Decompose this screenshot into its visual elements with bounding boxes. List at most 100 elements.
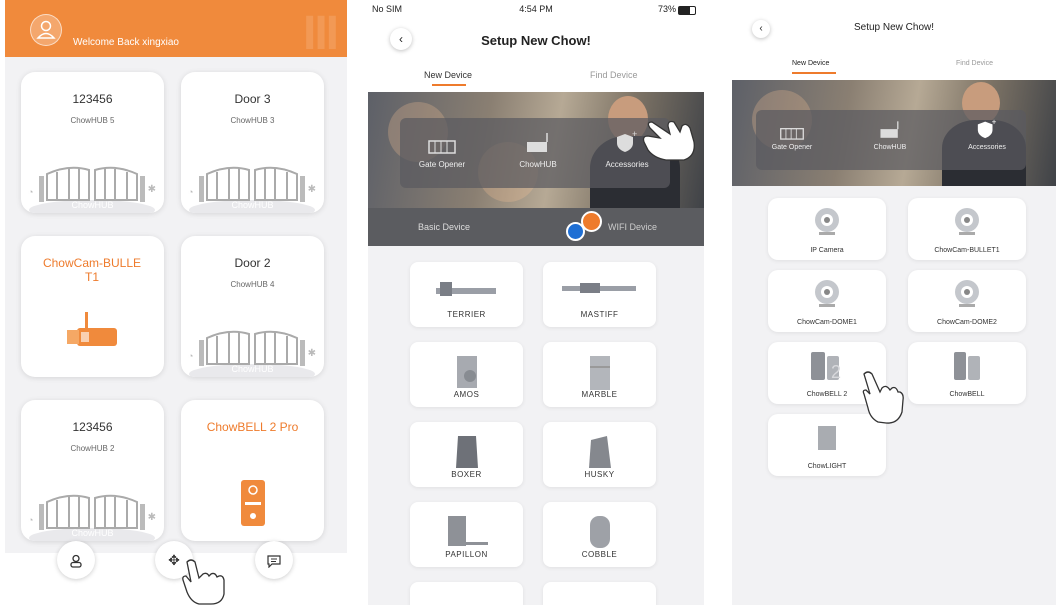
device-option[interactable]: [410, 582, 523, 605]
gate-opener-arm-icon: [435, 282, 496, 296]
user-icon: [36, 20, 56, 39]
accessory-label: ChowCam-DOME1: [797, 319, 857, 326]
welcome-text: Welcome Back xingxiao: [73, 37, 179, 48]
home-header: Welcome Back xingxiao III: [5, 0, 347, 60]
accessory-option[interactable]: ChowCam-BULLET1: [908, 198, 1026, 260]
device-name: Door 2: [234, 256, 271, 270]
device-card[interactable]: Door 3 ChowHUB 3 ◔ ✱ ChowHUB: [181, 72, 324, 213]
hub-label: ChowHUB: [71, 200, 114, 210]
hub-label: ChowHUB: [71, 528, 114, 538]
gate-opener-arm-icon: [561, 283, 636, 293]
page-title: Setup New Chow!: [481, 33, 591, 48]
device-card[interactable]: 123456 ChowHUB 5 ◔ ✱ ChowHUB: [21, 72, 164, 213]
category-chowhub[interactable]: ChowHUB: [860, 120, 920, 151]
device-option[interactable]: PAPILLON: [410, 502, 523, 567]
accessory-label: ChowCam-DOME2: [937, 319, 997, 326]
hub-icon: [527, 133, 548, 152]
battery-level: 73%: [657, 4, 676, 14]
accessory-label: ChowCam-BULLET1: [934, 247, 1000, 254]
tab-new-device[interactable]: New Device: [792, 60, 829, 67]
basic-device-tab[interactable]: Basic Device: [418, 222, 470, 232]
motor-box-icon: [456, 356, 477, 388]
tab-find-device[interactable]: Find Device: [590, 70, 638, 80]
light-icon: [818, 426, 836, 450]
category-gate-opener[interactable]: Gate Opener: [408, 138, 476, 169]
hub-label: ChowHUB: [231, 200, 274, 210]
svg-text:+: +: [992, 118, 997, 126]
device-card[interactable]: ChowBELL 2 Pro: [181, 400, 324, 541]
device-label: COBBLE: [581, 550, 618, 559]
device-label: TERRIER: [447, 310, 486, 319]
category-label: ChowHUB: [519, 160, 557, 169]
device-option[interactable]: COBBLE: [543, 502, 656, 567]
shield-plus-icon: +: [617, 130, 637, 152]
device-option[interactable]: HUSKY: [543, 422, 656, 487]
motor-box-icon: [589, 516, 610, 548]
hub-icon: [880, 121, 899, 138]
accessory-option[interactable]: IP Camera: [768, 198, 886, 260]
accessory-option[interactable]: ChowBELL: [908, 342, 1026, 404]
wifi-device-tab[interactable]: WIFI Device: [608, 222, 657, 232]
device-option[interactable]: BOXER: [410, 422, 523, 487]
device-option[interactable]: [543, 582, 656, 605]
active-tab-indicator: [792, 72, 836, 74]
bluetooth-icon: ✱: [147, 184, 156, 195]
pointer-hand-icon: [182, 559, 225, 605]
home-screen: Welcome Back xingxiao III 123456 ChowHUB…: [5, 0, 347, 605]
category-chowhub[interactable]: ChowHUB: [504, 132, 572, 169]
ip-camera-icon: [955, 208, 979, 235]
page-title: Setup New Chow!: [853, 22, 935, 33]
category-label: Gate Opener: [418, 160, 466, 169]
doorbell-icon: [954, 352, 980, 380]
wifi-toggle-dot[interactable]: [581, 211, 602, 232]
device-option[interactable]: MARBLE: [543, 342, 656, 407]
device-label: AMOS: [453, 390, 480, 399]
avatar[interactable]: [30, 14, 62, 46]
device-name: ChowBELL 2 Pro: [206, 420, 299, 434]
motor-box-icon: [455, 436, 478, 468]
device-name: Door 3: [234, 92, 271, 106]
setup-screen: No SIM 4:54 PM 73% ‹ Setup New Chow! New…: [368, 0, 704, 605]
bullet-camera-icon: [67, 312, 117, 346]
device-option[interactable]: AMOS: [410, 342, 523, 407]
accessory-label: IP Camera: [810, 247, 844, 254]
accessory-label: ChowLIGHT: [807, 463, 847, 470]
svg-text:+: +: [632, 130, 637, 139]
device-hub: ChowHUB 2: [70, 444, 115, 453]
dome-camera-icon: [815, 280, 839, 307]
device-card[interactable]: 123456 ChowHUB 2 ◔ ✱ ChowHUB: [21, 400, 164, 541]
doorbell-icon: 2: [811, 352, 841, 382]
device-option[interactable]: TERRIER: [410, 262, 523, 327]
bluetooth-icon: ✱: [307, 184, 316, 195]
shield-plus-icon: +: [977, 118, 997, 139]
accessory-option[interactable]: ChowCam-DOME2: [908, 270, 1026, 332]
category-gate-opener[interactable]: Gate Opener: [762, 126, 822, 151]
clock: 4:54 PM: [519, 4, 553, 14]
wifi-icon: ◔: [28, 187, 34, 197]
accessory-option[interactable]: ChowCam-DOME1: [768, 270, 886, 332]
ip-camera-icon: [815, 208, 839, 235]
messages-button[interactable]: [255, 541, 293, 579]
doorbell-icon: [241, 480, 265, 526]
bluetooth-icon: ✱: [307, 348, 316, 359]
tab-find-device[interactable]: Find Device: [956, 60, 993, 67]
category-accessories[interactable]: + Accessories: [952, 118, 1022, 151]
category-label: Gate Opener: [771, 144, 813, 151]
tab-new-device[interactable]: New Device: [424, 70, 472, 80]
gate-icon: [780, 128, 804, 140]
device-option[interactable]: MASTIFF: [543, 262, 656, 327]
svg-text:2: 2: [831, 362, 841, 382]
device-card[interactable]: Door 2 ChowHUB 4 ◔ ✱ ChowHUB: [181, 236, 324, 377]
active-tab-indicator: [432, 84, 466, 86]
banner-photo: Gate Opener ChowHUB + Accessories: [732, 80, 1056, 186]
profile-button[interactable]: [57, 541, 95, 579]
category-label: ChowHUB: [873, 144, 907, 151]
device-card[interactable]: ChowCam-BULLE T1: [21, 236, 164, 377]
wifi-icon: ◔: [188, 187, 194, 197]
dome-camera-icon: [955, 280, 979, 307]
pointer-hand-icon: [862, 371, 904, 424]
wifi-icon: ◔: [28, 515, 34, 525]
motor-box-icon: [588, 436, 611, 468]
hub-label: ChowHUB: [231, 364, 274, 374]
bluetooth-icon: ✱: [147, 512, 156, 523]
